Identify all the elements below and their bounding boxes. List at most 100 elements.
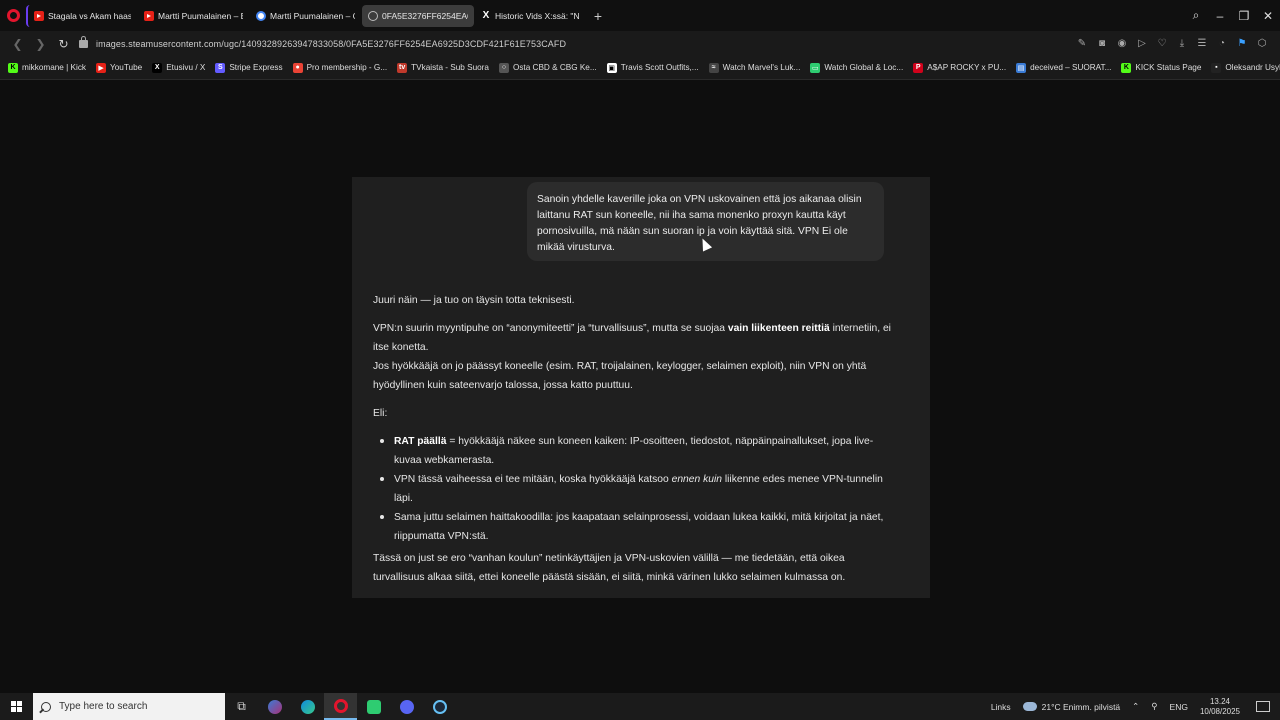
bold-text: vain liikenteen reittiä: [727, 323, 830, 334]
bookmark-icon: ▣: [606, 62, 617, 73]
response-paragraph: Juuri näin — ja tuo on täysin totta tekn…: [373, 295, 575, 306]
new-tab-button[interactable]: +: [587, 5, 609, 27]
bookmark-label: Etusivu / X: [166, 63, 206, 72]
tab-4[interactable]: X Historic Vids X:ssä: "Nikola: [475, 5, 586, 27]
bookmark-label: TVkaista - Sub Suora: [411, 63, 489, 72]
bookmark-item[interactable]: X Etusivu / X: [152, 62, 206, 73]
globe-icon: [368, 10, 378, 21]
weather-widget[interactable]: 21°C Enimm. pilvistä: [1042, 702, 1121, 712]
bookmark-item[interactable]: K KICK Status Page: [1121, 62, 1202, 73]
taskbar-app-green[interactable]: [357, 693, 390, 720]
taskbar-search-input[interactable]: Type here to search: [33, 693, 225, 720]
links-toolbar[interactable]: Links: [991, 702, 1011, 712]
bookmark-label: mikkomane | Kick: [22, 63, 87, 72]
bookmark-item[interactable]: ≈ Watch Marvel's Luk...: [708, 62, 801, 73]
tab-label: 0FA5E3276FF6254EA6925D: [382, 10, 468, 21]
text-span: VPN:n suurin myyntipuhe on “anonymiteett…: [373, 323, 728, 334]
list-item: RAT päällä = hyökkääjä näkee sun koneen …: [373, 432, 893, 470]
back-icon[interactable]: ❮: [6, 37, 29, 51]
assistant-response: Juuri näin — ja tuo on täysin totta tekn…: [373, 291, 893, 596]
bookmark-item[interactable]: ▭ Watch Global & Loc...: [810, 62, 904, 73]
text-span: = hyökkääjä näkee sun koneen kaiken: IP-…: [394, 436, 874, 466]
taskbar-app-widget[interactable]: [258, 693, 291, 720]
wave-icon: ≈: [708, 62, 719, 73]
lock-icon[interactable]: [79, 35, 88, 48]
forward-icon[interactable]: ❯: [29, 37, 52, 51]
close-icon[interactable]: ✕: [1256, 9, 1280, 23]
tab-label: Martti Puumalainen – Goo: [270, 10, 355, 21]
weather-icon: [1022, 702, 1037, 711]
clock[interactable]: 13.24 10/08/2025: [1200, 697, 1240, 717]
bookmark-item[interactable]: Kmikkomane | Kick: [8, 62, 87, 73]
network-icon[interactable]: ⚲: [1151, 701, 1157, 712]
response-paragraph: VPN:n suurin myyntipuhe on “anonymiteett…: [373, 319, 893, 395]
bookmark-item[interactable]: ▤ deceived – SUORAT...: [1016, 62, 1111, 73]
start-button[interactable]: [0, 693, 33, 720]
tab-2[interactable]: Martti Puumalainen – Goo: [250, 5, 361, 27]
search-placeholder: Type here to search: [59, 701, 148, 712]
opera-icon: [333, 698, 348, 713]
bookmark-label: Watch Marvel's Luk...: [722, 63, 801, 72]
taskbar-app-discord[interactable]: [390, 693, 423, 720]
url-field[interactable]: images.steamusercontent.com/ugc/14093289…: [79, 35, 566, 49]
bookmark-label: Pro membership - G...: [306, 63, 388, 72]
menu-icon[interactable]: ☰: [1192, 38, 1212, 49]
edge-icon: [300, 699, 315, 714]
bookmark-item[interactable]: P A$AP ROCKY x PU...: [913, 62, 1006, 73]
bookmark-label: Osta CBD & CBG Ke...: [512, 63, 597, 72]
taskbar-app-opera[interactable]: [324, 693, 357, 720]
minimize-icon[interactable]: –: [1208, 9, 1232, 23]
text-span: VPN tässä vaiheessa ei tee mitään, koska…: [394, 474, 672, 485]
notification-icon[interactable]: [1256, 701, 1270, 712]
bookmark-item[interactable]: ▣ Travis Scott Outfits,...: [606, 62, 699, 73]
search-tabs-icon[interactable]: ⌕: [1184, 8, 1208, 23]
edit-icon[interactable]: ✎: [1072, 38, 1092, 49]
heart-icon[interactable]: ♡: [1152, 38, 1172, 49]
tab-label: Stagala vs Akam haastatte: [48, 10, 131, 21]
download-icon[interactable]: ⤓: [1172, 38, 1192, 49]
stripe-icon: S: [215, 62, 226, 73]
circle-icon: ○: [498, 62, 509, 73]
bookmark-item[interactable]: ○ Osta CBD & CBG Ke...: [498, 62, 597, 73]
extensions-icon[interactable]: ⬡: [1252, 38, 1272, 49]
opera-menu-button[interactable]: [0, 0, 26, 31]
address-bar-actions: ✎ ◙ ◉ ▷ ♡ ⤓ ☰ ◔ ⚑ ⬡: [1072, 31, 1272, 56]
reload-icon[interactable]: ↻: [52, 37, 75, 51]
system-tray: Links 21°C Enimm. pilvistä ⌃ ⚲ ENG 13.24…: [991, 693, 1280, 720]
bookmark-label: Watch Global & Loc...: [824, 63, 904, 72]
bookmark-label: KICK Status Page: [1135, 63, 1202, 72]
tab-3[interactable]: 0FA5E3276FF6254EA6925D: [362, 4, 474, 27]
restore-icon[interactable]: ❐: [1232, 9, 1256, 23]
profile-icon[interactable]: ◔: [1212, 38, 1232, 49]
bookmark-item[interactable]: tv TVkaista - Sub Suora: [397, 62, 489, 73]
kick-icon: K: [1121, 62, 1132, 73]
url-text[interactable]: images.steamusercontent.com/ugc/14093289…: [96, 39, 566, 49]
tab-0[interactable]: Stagala vs Akam haastatte: [26, 4, 137, 27]
chevron-up-icon[interactable]: ⌃: [1132, 701, 1139, 712]
bookmark-item[interactable]: ● Pro membership - G...: [292, 62, 388, 73]
bookmark-item[interactable]: ▪Oleksandr Usyk vs D...: [1211, 62, 1280, 73]
play-icon[interactable]: ▷: [1132, 38, 1152, 49]
tab-1[interactable]: Martti Puumalainen – Eur: [138, 5, 249, 27]
text-span: Sama juttu selaimen haittakoodilla: jos …: [394, 512, 884, 542]
chat-screenshot: Sanoin yhdelle kaverille joka on VPN usk…: [352, 177, 930, 598]
cube-icon[interactable]: ◉: [1112, 38, 1132, 49]
bookmark-item[interactable]: S Stripe Express: [215, 62, 283, 73]
response-paragraph: Eli:: [373, 408, 388, 419]
window-controls: ⌕ – ❐ ✕: [1184, 0, 1280, 31]
bookmarks-bar: Kmikkomane | Kick ▶ YouTube X Etusivu / X S St…: [0, 56, 1280, 80]
task-view-button[interactable]: ⧉: [225, 693, 258, 720]
opera-logo-icon: [6, 9, 20, 22]
clock-date: 10/08/2025: [1199, 706, 1240, 716]
task-view-icon: ⧉: [237, 699, 246, 713]
camera-icon[interactable]: ◙: [1092, 38, 1112, 49]
bullet-list: RAT päällä = hyökkääjä näkee sun koneen …: [373, 432, 893, 546]
kick-icon: K: [8, 62, 18, 73]
language-indicator[interactable]: ENG: [1170, 702, 1188, 712]
taskbar-app-steam[interactable]: [423, 693, 456, 720]
bookmark-label: YouTube: [110, 63, 143, 72]
aria-icon[interactable]: ⚑: [1232, 38, 1252, 49]
taskbar-app-edge[interactable]: [291, 693, 324, 720]
tab-label: Martti Puumalainen – Eur: [158, 10, 243, 21]
bookmark-item[interactable]: ▶ YouTube: [96, 62, 143, 73]
